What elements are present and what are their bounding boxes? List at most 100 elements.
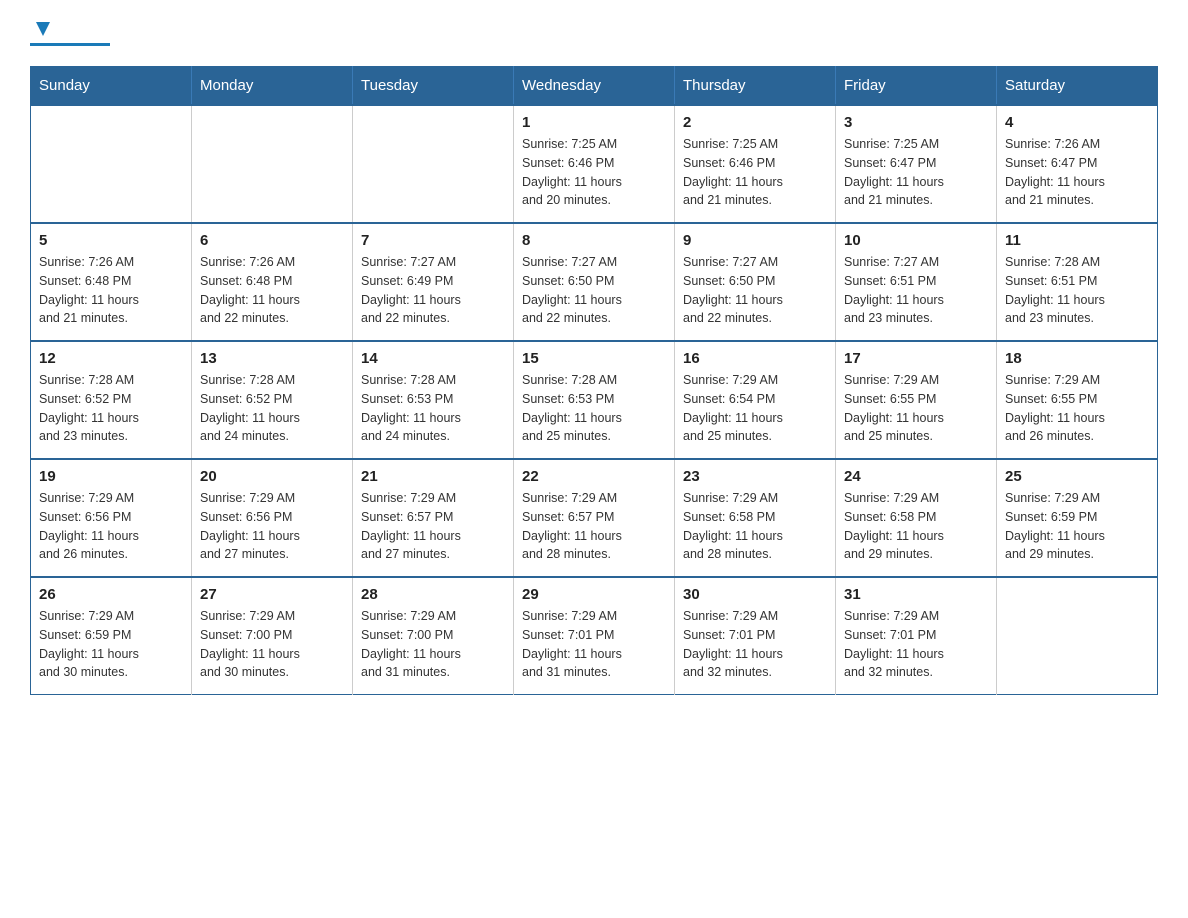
day-of-week-header: Tuesday xyxy=(353,67,514,106)
calendar-cell: 14 Sunrise: 7:28 AM Sunset: 6:53 PM Dayli… xyxy=(353,341,514,459)
calendar-week-row: 5 Sunrise: 7:26 AM Sunset: 6:48 PM Daylig… xyxy=(31,223,1158,341)
day-info: Sunrise: 7:29 AM Sunset: 7:01 PM Dayligh… xyxy=(522,607,666,682)
day-info: Sunrise: 7:28 AM Sunset: 6:51 PM Dayligh… xyxy=(1005,253,1149,328)
calendar-cell: 8 Sunrise: 7:27 AM Sunset: 6:50 PM Daylig… xyxy=(514,223,675,341)
day-info: Sunrise: 7:29 AM Sunset: 6:57 PM Dayligh… xyxy=(361,489,505,564)
day-info: Sunrise: 7:29 AM Sunset: 6:59 PM Dayligh… xyxy=(1005,489,1149,564)
day-info: Sunrise: 7:27 AM Sunset: 6:51 PM Dayligh… xyxy=(844,253,988,328)
calendar-cell: 2Sunrise: 7:25 AM Sunset: 6:46 PM Daylig… xyxy=(675,105,836,223)
day-info: Sunrise: 7:29 AM Sunset: 7:01 PM Dayligh… xyxy=(844,607,988,682)
day-number: 27 xyxy=(200,586,344,603)
calendar-week-row: 19 Sunrise: 7:29 AM Sunset: 6:56 PM Dayli… xyxy=(31,459,1158,577)
day-info: Sunrise: 7:25 AM Sunset: 6:46 PM Dayligh… xyxy=(683,135,827,210)
day-info: Sunrise: 7:28 AM Sunset: 6:53 PM Dayligh… xyxy=(522,371,666,446)
calendar-week-row: 12 Sunrise: 7:28 AM Sunset: 6:52 PM Dayli… xyxy=(31,341,1158,459)
day-number: 11 xyxy=(1005,232,1149,249)
day-number: 3 xyxy=(844,114,988,131)
day-of-week-header: Monday xyxy=(192,67,353,106)
day-number: 19 xyxy=(39,468,183,485)
calendar-cell: 19 Sunrise: 7:29 AM Sunset: 6:56 PM Dayli… xyxy=(31,459,192,577)
day-info: Sunrise: 7:27 AM Sunset: 6:50 PM Dayligh… xyxy=(522,253,666,328)
day-of-week-header: Wednesday xyxy=(514,67,675,106)
day-info: Sunrise: 7:26 AM Sunset: 6:48 PM Dayligh… xyxy=(200,253,344,328)
calendar-cell: 3 Sunrise: 7:25 AM Sunset: 6:47 PM Daylig… xyxy=(836,105,997,223)
day-number: 5 xyxy=(39,232,183,249)
day-info: Sunrise: 7:29 AM Sunset: 7:00 PM Dayligh… xyxy=(200,607,344,682)
day-number: 13 xyxy=(200,350,344,367)
calendar-cell xyxy=(353,105,514,223)
calendar-cell: 7 Sunrise: 7:27 AM Sunset: 6:49 PM Daylig… xyxy=(353,223,514,341)
day-number: 24 xyxy=(844,468,988,485)
day-info: Sunrise: 7:28 AM Sunset: 6:53 PM Dayligh… xyxy=(361,371,505,446)
calendar-cell: 29Sunrise: 7:29 AM Sunset: 7:01 PM Dayli… xyxy=(514,577,675,695)
day-of-week-header: Thursday xyxy=(675,67,836,106)
calendar-cell: 1 Sunrise: 7:25 AM Sunset: 6:46 PM Daylig… xyxy=(514,105,675,223)
day-info: Sunrise: 7:29 AM Sunset: 6:58 PM Dayligh… xyxy=(844,489,988,564)
calendar-cell: 26Sunrise: 7:29 AM Sunset: 6:59 PM Dayli… xyxy=(31,577,192,695)
day-number: 20 xyxy=(200,468,344,485)
calendar-cell: 4 Sunrise: 7:26 AM Sunset: 6:47 PM Daylig… xyxy=(997,105,1158,223)
day-number: 14 xyxy=(361,350,505,367)
day-of-week-header: Saturday xyxy=(997,67,1158,106)
day-number: 17 xyxy=(844,350,988,367)
calendar-cell: 15 Sunrise: 7:28 AM Sunset: 6:53 PM Dayli… xyxy=(514,341,675,459)
calendar-cell: 12 Sunrise: 7:28 AM Sunset: 6:52 PM Dayli… xyxy=(31,341,192,459)
day-number: 22 xyxy=(522,468,666,485)
day-info: Sunrise: 7:29 AM Sunset: 6:56 PM Dayligh… xyxy=(200,489,344,564)
logo xyxy=(30,20,110,46)
calendar-cell: 11 Sunrise: 7:28 AM Sunset: 6:51 PM Dayli… xyxy=(997,223,1158,341)
day-info: Sunrise: 7:29 AM Sunset: 6:55 PM Dayligh… xyxy=(1005,371,1149,446)
calendar-cell: 21 Sunrise: 7:29 AM Sunset: 6:57 PM Dayli… xyxy=(353,459,514,577)
day-info: Sunrise: 7:25 AM Sunset: 6:46 PM Dayligh… xyxy=(522,135,666,210)
day-number: 30 xyxy=(683,586,827,603)
day-info: Sunrise: 7:29 AM Sunset: 6:59 PM Dayligh… xyxy=(39,607,183,682)
calendar-cell: 18 Sunrise: 7:29 AM Sunset: 6:55 PM Dayli… xyxy=(997,341,1158,459)
calendar-cell: 24 Sunrise: 7:29 AM Sunset: 6:58 PM Dayli… xyxy=(836,459,997,577)
day-of-week-header: Sunday xyxy=(31,67,192,106)
day-number: 1 xyxy=(522,114,666,131)
calendar-cell: 28 Sunrise: 7:29 AM Sunset: 7:00 PM Dayli… xyxy=(353,577,514,695)
calendar-cell: 30 Sunrise: 7:29 AM Sunset: 7:01 PM Dayli… xyxy=(675,577,836,695)
calendar-cell: 20 Sunrise: 7:29 AM Sunset: 6:56 PM Dayli… xyxy=(192,459,353,577)
day-info: Sunrise: 7:26 AM Sunset: 6:48 PM Dayligh… xyxy=(39,253,183,328)
day-number: 25 xyxy=(1005,468,1149,485)
calendar-header-row: SundayMondayTuesdayWednesdayThursdayFrid… xyxy=(31,67,1158,106)
day-info: Sunrise: 7:28 AM Sunset: 6:52 PM Dayligh… xyxy=(39,371,183,446)
calendar-week-row: 1 Sunrise: 7:25 AM Sunset: 6:46 PM Daylig… xyxy=(31,105,1158,223)
day-info: Sunrise: 7:27 AM Sunset: 6:49 PM Dayligh… xyxy=(361,253,505,328)
day-number: 15 xyxy=(522,350,666,367)
calendar-cell: 17 Sunrise: 7:29 AM Sunset: 6:55 PM Dayli… xyxy=(836,341,997,459)
calendar-cell: 25 Sunrise: 7:29 AM Sunset: 6:59 PM Dayli… xyxy=(997,459,1158,577)
day-info: Sunrise: 7:29 AM Sunset: 6:56 PM Dayligh… xyxy=(39,489,183,564)
day-number: 23 xyxy=(683,468,827,485)
day-number: 18 xyxy=(1005,350,1149,367)
day-number: 21 xyxy=(361,468,505,485)
day-number: 28 xyxy=(361,586,505,603)
calendar-cell: 10Sunrise: 7:27 AM Sunset: 6:51 PM Dayli… xyxy=(836,223,997,341)
day-number: 12 xyxy=(39,350,183,367)
calendar-cell: 5 Sunrise: 7:26 AM Sunset: 6:48 PM Daylig… xyxy=(31,223,192,341)
calendar-cell: 27 Sunrise: 7:29 AM Sunset: 7:00 PM Dayli… xyxy=(192,577,353,695)
calendar-cell: 16Sunrise: 7:29 AM Sunset: 6:54 PM Dayli… xyxy=(675,341,836,459)
calendar-cell: 13 Sunrise: 7:28 AM Sunset: 6:52 PM Dayli… xyxy=(192,341,353,459)
page-header xyxy=(30,20,1158,46)
calendar-table: SundayMondayTuesdayWednesdayThursdayFrid… xyxy=(30,66,1158,695)
day-info: Sunrise: 7:29 AM Sunset: 6:57 PM Dayligh… xyxy=(522,489,666,564)
calendar-week-row: 26Sunrise: 7:29 AM Sunset: 6:59 PM Dayli… xyxy=(31,577,1158,695)
calendar-cell: 22 Sunrise: 7:29 AM Sunset: 6:57 PM Dayli… xyxy=(514,459,675,577)
calendar-cell: 23 Sunrise: 7:29 AM Sunset: 6:58 PM Dayli… xyxy=(675,459,836,577)
day-info: Sunrise: 7:28 AM Sunset: 6:52 PM Dayligh… xyxy=(200,371,344,446)
day-info: Sunrise: 7:29 AM Sunset: 7:01 PM Dayligh… xyxy=(683,607,827,682)
day-info: Sunrise: 7:29 AM Sunset: 6:55 PM Dayligh… xyxy=(844,371,988,446)
calendar-cell xyxy=(192,105,353,223)
day-info: Sunrise: 7:29 AM Sunset: 7:00 PM Dayligh… xyxy=(361,607,505,682)
day-number: 4 xyxy=(1005,114,1149,131)
day-info: Sunrise: 7:25 AM Sunset: 6:47 PM Dayligh… xyxy=(844,135,988,210)
calendar-cell: 31Sunrise: 7:29 AM Sunset: 7:01 PM Dayli… xyxy=(836,577,997,695)
day-number: 8 xyxy=(522,232,666,249)
day-info: Sunrise: 7:29 AM Sunset: 6:58 PM Dayligh… xyxy=(683,489,827,564)
day-number: 9 xyxy=(683,232,827,249)
day-number: 7 xyxy=(361,232,505,249)
day-info: Sunrise: 7:26 AM Sunset: 6:47 PM Dayligh… xyxy=(1005,135,1149,210)
day-info: Sunrise: 7:27 AM Sunset: 6:50 PM Dayligh… xyxy=(683,253,827,328)
